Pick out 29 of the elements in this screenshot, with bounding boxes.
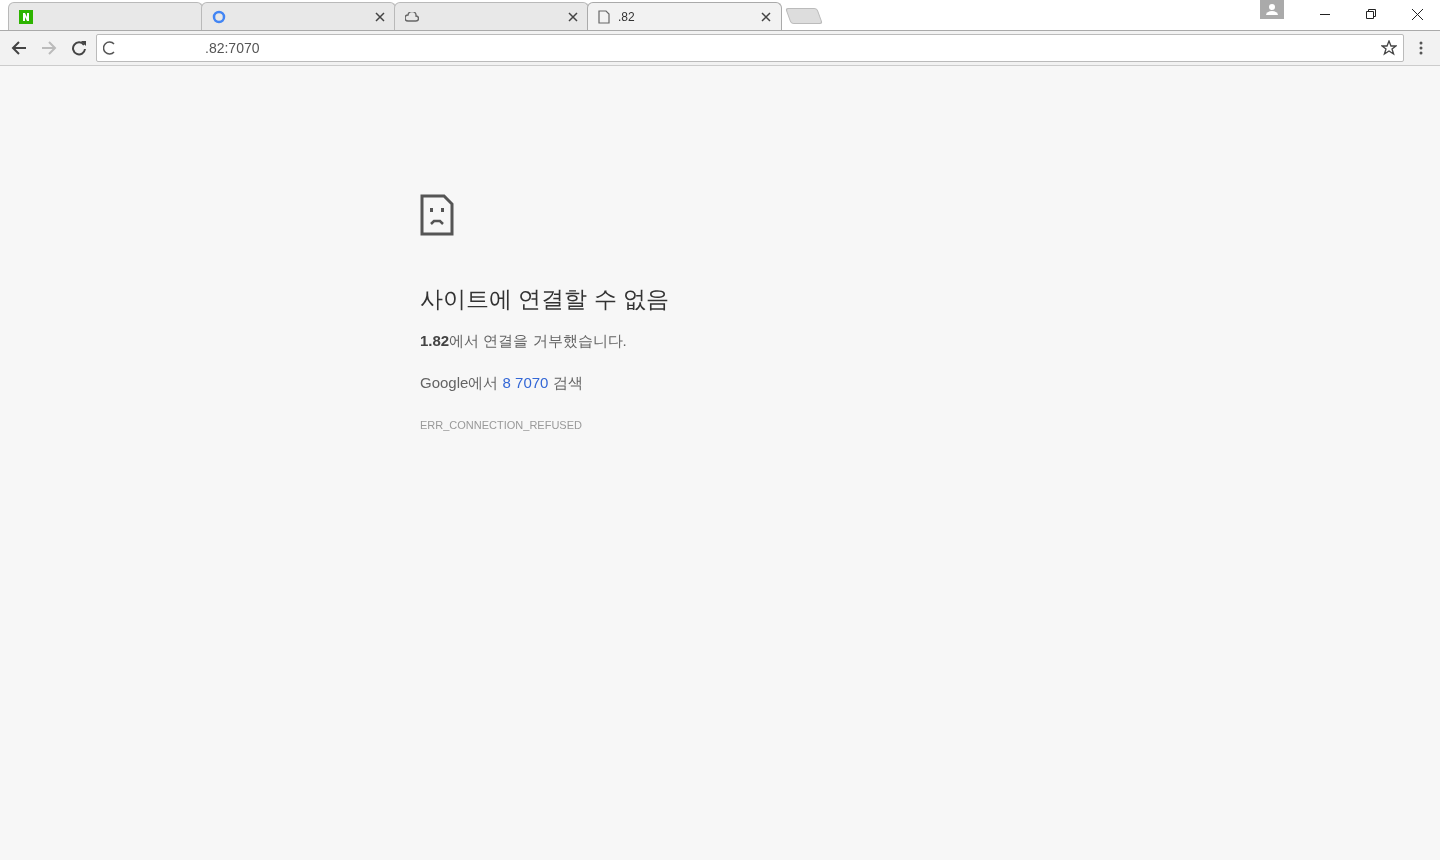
n-logo-icon [19, 9, 33, 24]
minimize-icon [1320, 13, 1330, 15]
loading-icon [103, 41, 117, 55]
tab-title: .82 [618, 8, 636, 26]
close-icon[interactable] [568, 11, 578, 22]
sad-page-icon [420, 194, 454, 236]
close-icon [1411, 8, 1423, 20]
g-logo-icon [212, 9, 226, 24]
error-message: 1.82에서 연결을 거부했습니다. [420, 330, 628, 351]
restore-icon [1366, 9, 1376, 19]
url-text: .82:7070 [204, 38, 261, 58]
bookmark-star-icon[interactable] [1381, 40, 1397, 56]
error-code: ERR_CONNECTION_REFUSED [420, 417, 583, 433]
close-icon[interactable] [761, 11, 771, 22]
back-arrow-icon [11, 40, 27, 56]
reload-icon [71, 40, 87, 56]
close-icon[interactable] [375, 11, 385, 22]
new-tab-button[interactable] [785, 8, 823, 24]
profile-icon[interactable] [1260, 0, 1284, 19]
browser-tab[interactable] [8, 2, 203, 30]
forward-arrow-icon [41, 40, 57, 56]
error-heading: 사이트에 연결할 수 없음 [420, 286, 671, 314]
search-link[interactable]: 8 7070 [502, 374, 549, 392]
page-icon [598, 9, 610, 24]
search-suggestion: Google에서 8 7070 검색 [420, 373, 584, 394]
browser-tab[interactable]: .82 [587, 2, 782, 30]
menu-icon [1419, 41, 1423, 55]
address-bar[interactable]: .82:7070 [96, 34, 1404, 62]
cloud-icon [405, 11, 419, 22]
